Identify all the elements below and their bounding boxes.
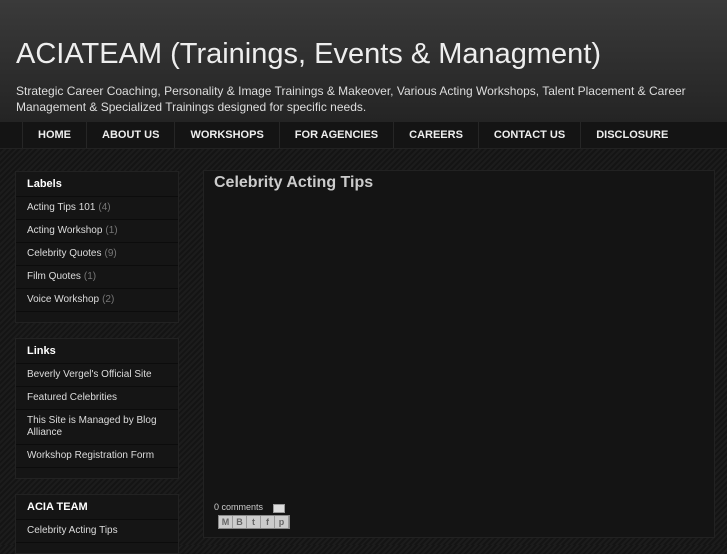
header: ACIATEAM (Trainings, Events & Managment)… — [0, 0, 727, 122]
label-link[interactable]: Voice Workshop (2) — [16, 289, 178, 312]
label-link[interactable]: Celebrity Quotes (9) — [16, 243, 178, 266]
nav-workshops[interactable]: WORKSHOPS — [174, 122, 278, 148]
site-title[interactable]: ACIATEAM (Trainings, Events & Managment) — [16, 38, 601, 71]
label-text: Acting Workshop — [27, 225, 103, 236]
label-link[interactable]: Acting Tips 101 (4) — [16, 197, 178, 220]
nav-disclosure[interactable]: DISCLOSURE — [580, 122, 683, 148]
label-count: (9) — [104, 248, 117, 259]
blogger-share-icon[interactable]: B — [233, 516, 247, 528]
nav-about-us[interactable]: ABOUT US — [86, 122, 174, 148]
nav-bar: HOME ABOUT US WORKSHOPS FOR AGENCIES CAR… — [0, 122, 727, 149]
widget-title: Labels — [16, 172, 178, 197]
label-count: (4) — [98, 202, 111, 213]
gmail-share-icon[interactable]: M — [219, 516, 233, 528]
nav-contact-us[interactable]: CONTACT US — [477, 122, 580, 148]
twitter-share-icon[interactable]: t — [247, 516, 261, 528]
label-count: (1) — [105, 225, 118, 236]
links-widget: Links Beverly Vergel's Official Site Fea… — [15, 338, 179, 479]
labels-widget: Labels Acting Tips 101 (4) Acting Worksho… — [15, 171, 179, 323]
label-count: (2) — [102, 294, 115, 305]
site-description: Strategic Career Coaching, Personality &… — [16, 84, 686, 114]
nav-careers[interactable]: CAREERS — [393, 122, 478, 148]
link-item[interactable]: Beverly Vergel's Official Site — [16, 364, 178, 387]
acia-team-widget: ACIA TEAM Celebrity Acting Tips — [15, 494, 179, 554]
label-text: Film Quotes — [27, 271, 81, 282]
widget-title: Links — [16, 339, 178, 364]
link-item[interactable]: Featured Celebrities — [16, 387, 178, 410]
label-count: (1) — [83, 271, 97, 282]
share-buttons: M B t f p — [218, 515, 290, 529]
email-post-icon[interactable] — [273, 504, 285, 513]
post: Celebrity Acting Tips 0 comments M B t f… — [203, 170, 715, 538]
facebook-share-icon[interactable]: f — [261, 516, 275, 528]
label-link[interactable]: Film Quotes (1) — [16, 266, 178, 289]
buzz-share-icon[interactable]: p — [275, 516, 289, 528]
link-item[interactable]: This Site is Managed by Blog Alliance — [16, 410, 178, 445]
comments-link[interactable]: 0 comments — [214, 502, 263, 512]
label-text: Celebrity Quotes — [27, 248, 102, 259]
widget-title: ACIA TEAM — [16, 495, 178, 520]
link-item[interactable]: Workshop Registration Form — [16, 445, 178, 468]
post-title[interactable]: Celebrity Acting Tips — [214, 174, 373, 192]
nav-home[interactable]: HOME — [22, 122, 86, 148]
link-item[interactable]: Celebrity Acting Tips — [16, 520, 178, 543]
nav-for-agencies[interactable]: FOR AGENCIES — [278, 122, 393, 148]
label-text: Acting Tips 101 — [27, 202, 96, 213]
label-text: Voice Workshop — [27, 294, 100, 305]
label-link[interactable]: Acting Workshop (1) — [16, 220, 178, 243]
